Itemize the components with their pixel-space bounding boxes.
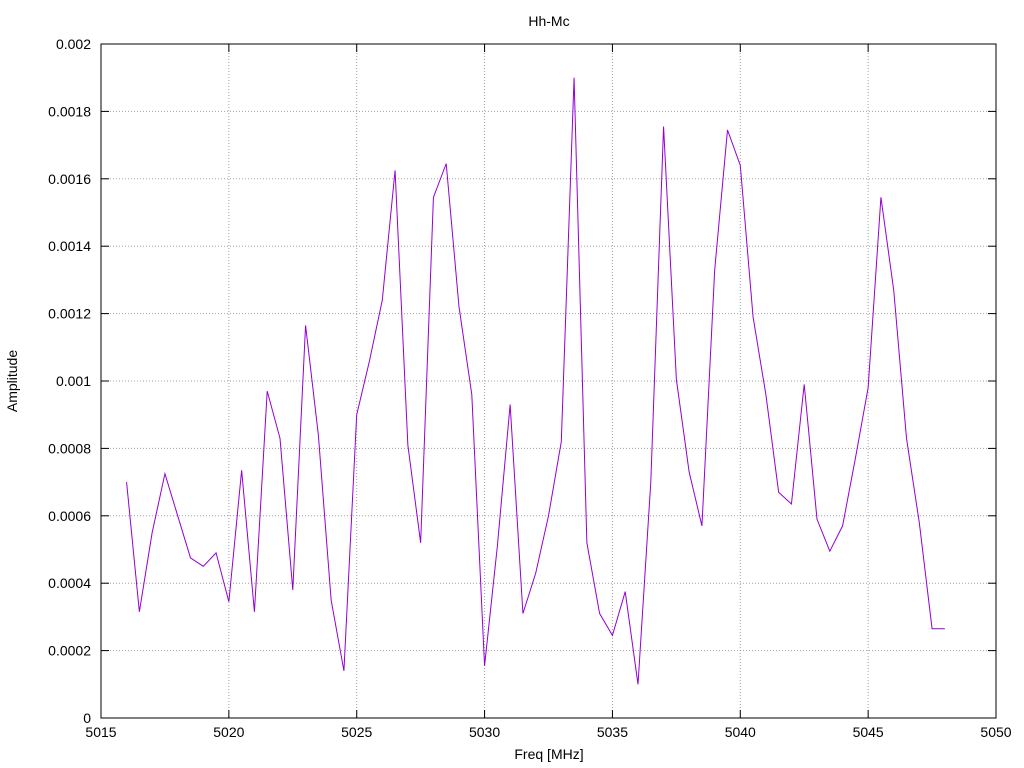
y-tick-label: 0.001 <box>56 373 91 389</box>
y-tick-label: 0.0008 <box>48 440 91 456</box>
x-tick-label: 5050 <box>980 724 1011 740</box>
x-tick-label: 5040 <box>725 724 756 740</box>
y-tick-label: 0.0018 <box>48 103 91 119</box>
y-tick-label: 0 <box>83 710 91 726</box>
x-tick-label: 5020 <box>213 724 244 740</box>
y-tick-label: 0.002 <box>56 36 91 52</box>
y-axis-label: Amplitude <box>4 350 20 412</box>
chart-background <box>0 0 1024 768</box>
chart-title: Hh-Mc <box>528 13 569 29</box>
y-tick-label: 0.0004 <box>48 575 91 591</box>
x-tick-label: 5045 <box>853 724 884 740</box>
x-tick-label: 5035 <box>597 724 628 740</box>
x-tick-label: 5015 <box>85 724 116 740</box>
y-tick-label: 0.0012 <box>48 306 91 322</box>
y-tick-label: 0.0002 <box>48 643 91 659</box>
y-tick-label: 0.0014 <box>48 238 91 254</box>
x-tick-label: 5025 <box>341 724 372 740</box>
line-chart: 5015 5020 5025 5030 5035 5040 5045 5050 0 0.0002 0… <box>0 0 1024 768</box>
y-tick-label: 0.0016 <box>48 171 91 187</box>
y-tick-label: 0.0006 <box>48 508 91 524</box>
x-tick-label: 5030 <box>469 724 500 740</box>
x-axis-label: Freq [MHz] <box>514 746 583 762</box>
